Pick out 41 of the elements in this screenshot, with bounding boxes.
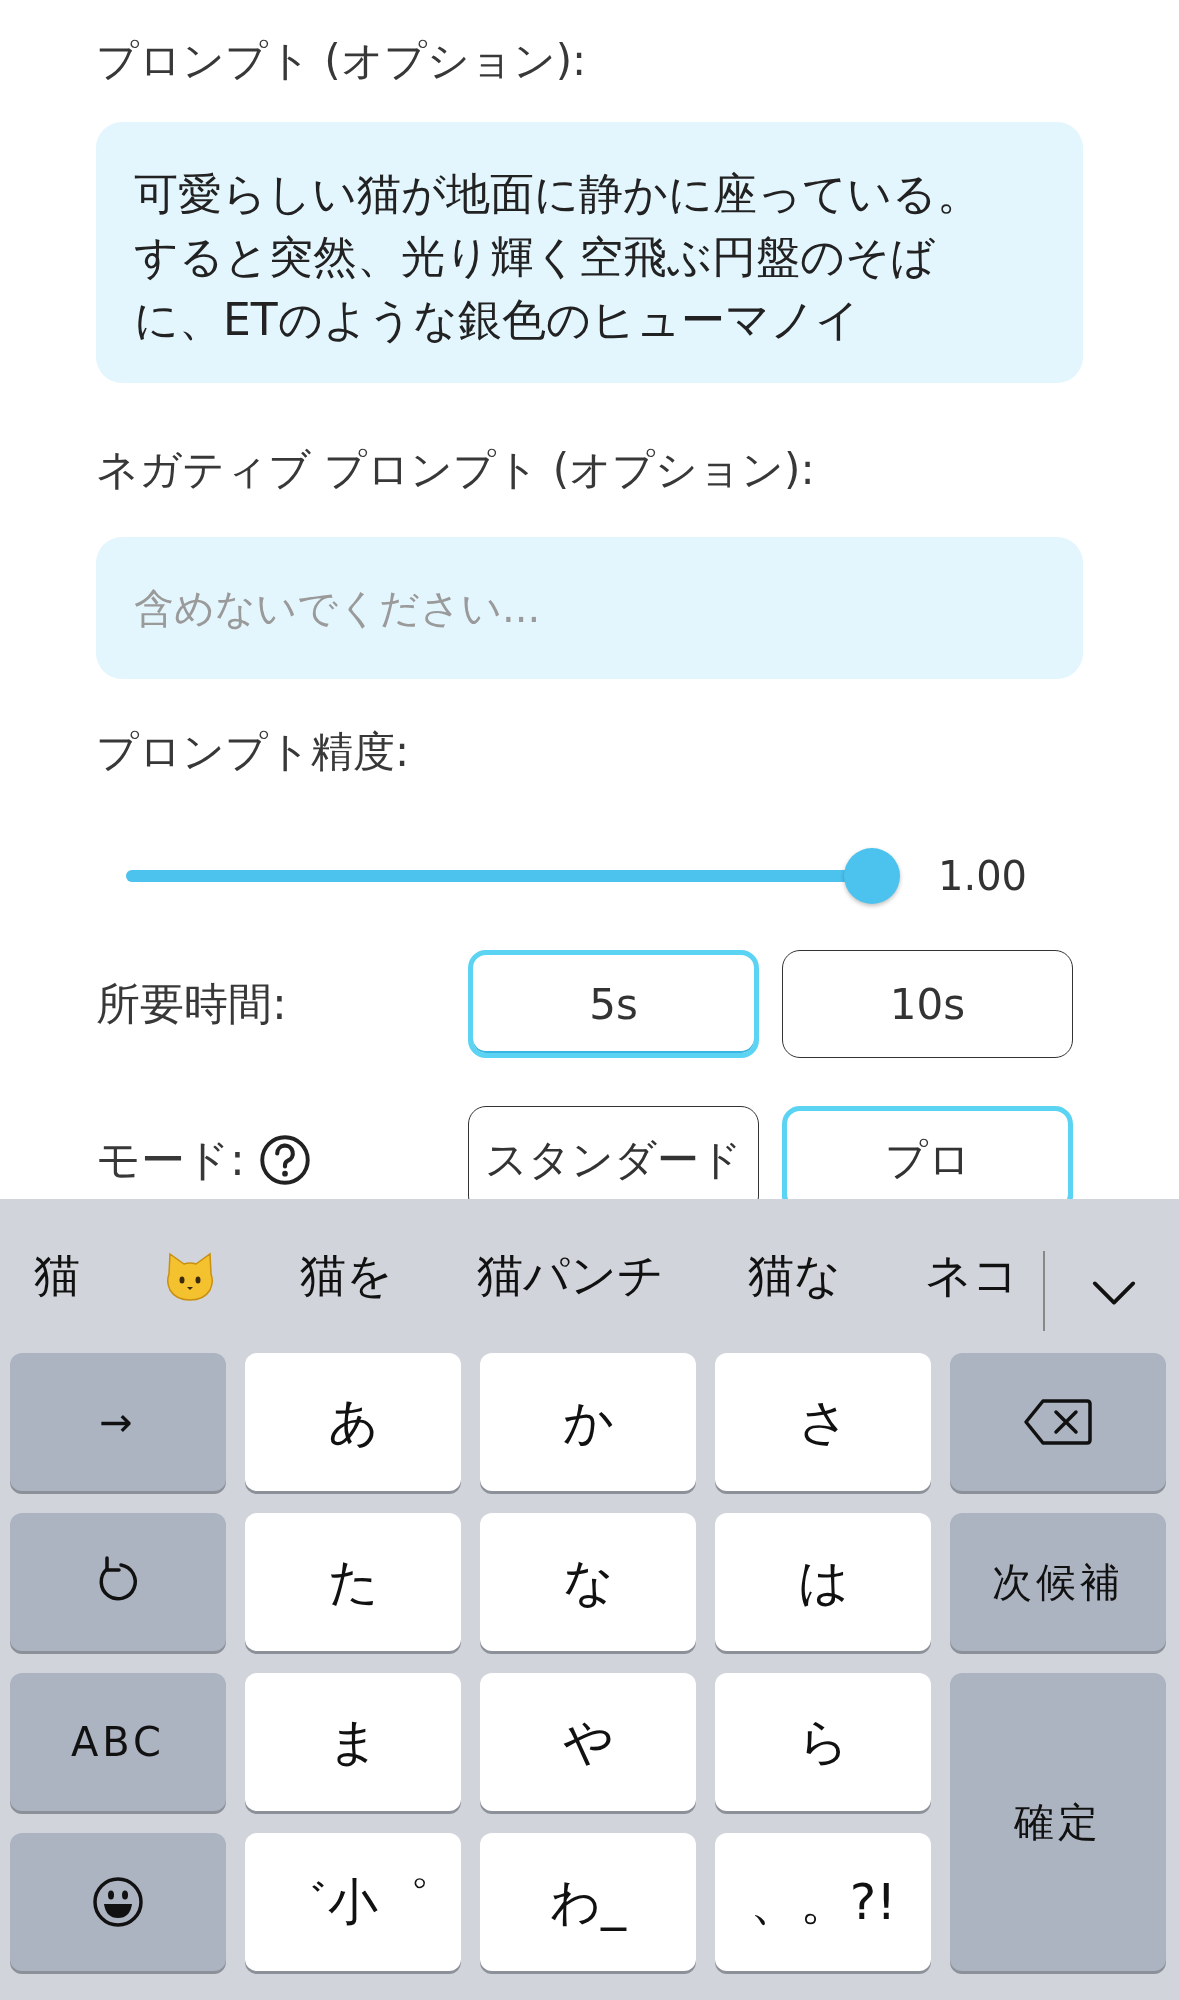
keyboard-key[interactable]: あ <box>245 1353 461 1491</box>
mode-option[interactable]: プロ <box>782 1106 1073 1199</box>
suggestion[interactable]: 猫パンチ <box>477 1245 664 1307</box>
prompt-field[interactable]: 可愛らしい猫が地面に静かに座っている。すると突然、光り輝く空飛ぶ円盤のそばに、ETのような銀色のヒューマノイ <box>96 122 1083 383</box>
smiley-icon <box>92 1875 144 1929</box>
suggestion[interactable]: 猫 <box>34 1245 80 1307</box>
chevron-down-icon[interactable] <box>1091 1279 1137 1307</box>
keyboard-key[interactable]: は <box>715 1513 931 1651</box>
keyboard-key[interactable]: 、。?! <box>715 1833 931 1971</box>
keyboard-key[interactable]: ら <box>715 1673 931 1811</box>
help-icon[interactable] <box>258 1134 311 1186</box>
suggestion[interactable]: ネコ <box>925 1245 1019 1307</box>
keyboard-key[interactable]: ま <box>245 1673 461 1811</box>
cat-emoji-icon[interactable] <box>164 1250 216 1302</box>
suggestion[interactable]: 猫を <box>300 1245 393 1307</box>
suggestion[interactable]: 猫な <box>748 1245 841 1307</box>
keyboard-key[interactable] <box>10 1833 226 1971</box>
slider-thumb[interactable] <box>844 848 900 904</box>
keyboard-key[interactable]: → <box>10 1353 226 1491</box>
keyboard-key[interactable]: や <box>480 1673 696 1811</box>
keyboard-key[interactable]: 確定 <box>950 1673 1166 1971</box>
keyboard-key[interactable]: た <box>245 1513 461 1651</box>
negative-prompt-field[interactable]: 含めないでください... <box>96 537 1083 679</box>
keyboard-key[interactable]: わ_ <box>480 1833 696 1971</box>
keyboard-key[interactable]: ABC <box>10 1673 226 1811</box>
keyboard-key[interactable] <box>950 1353 1166 1491</box>
field-label: プロンプト (オプション): <box>96 35 588 87</box>
keyboard-key[interactable]: な <box>480 1513 696 1651</box>
duration-option[interactable]: 5s <box>468 950 759 1058</box>
mode-option[interactable]: スタンダード <box>468 1106 759 1199</box>
duration-option[interactable]: 10s <box>782 950 1073 1058</box>
backspace-icon <box>1023 1397 1093 1447</box>
duration-label: 所要時間: <box>96 976 288 1031</box>
field-label: ネガティブ プロンプト (オプション): <box>96 444 816 496</box>
keyboard-key[interactable]: か <box>480 1353 696 1491</box>
slider-value: 1.00 <box>938 853 1028 899</box>
keyboard-key[interactable]: さ <box>715 1353 931 1491</box>
field-label: プロンプト精度: <box>96 726 411 778</box>
keyboard-key[interactable]: 次候補 <box>950 1513 1166 1651</box>
mode-label: モード: <box>96 1132 245 1187</box>
keyboard-key[interactable]: ゛小゜ <box>245 1833 461 1971</box>
